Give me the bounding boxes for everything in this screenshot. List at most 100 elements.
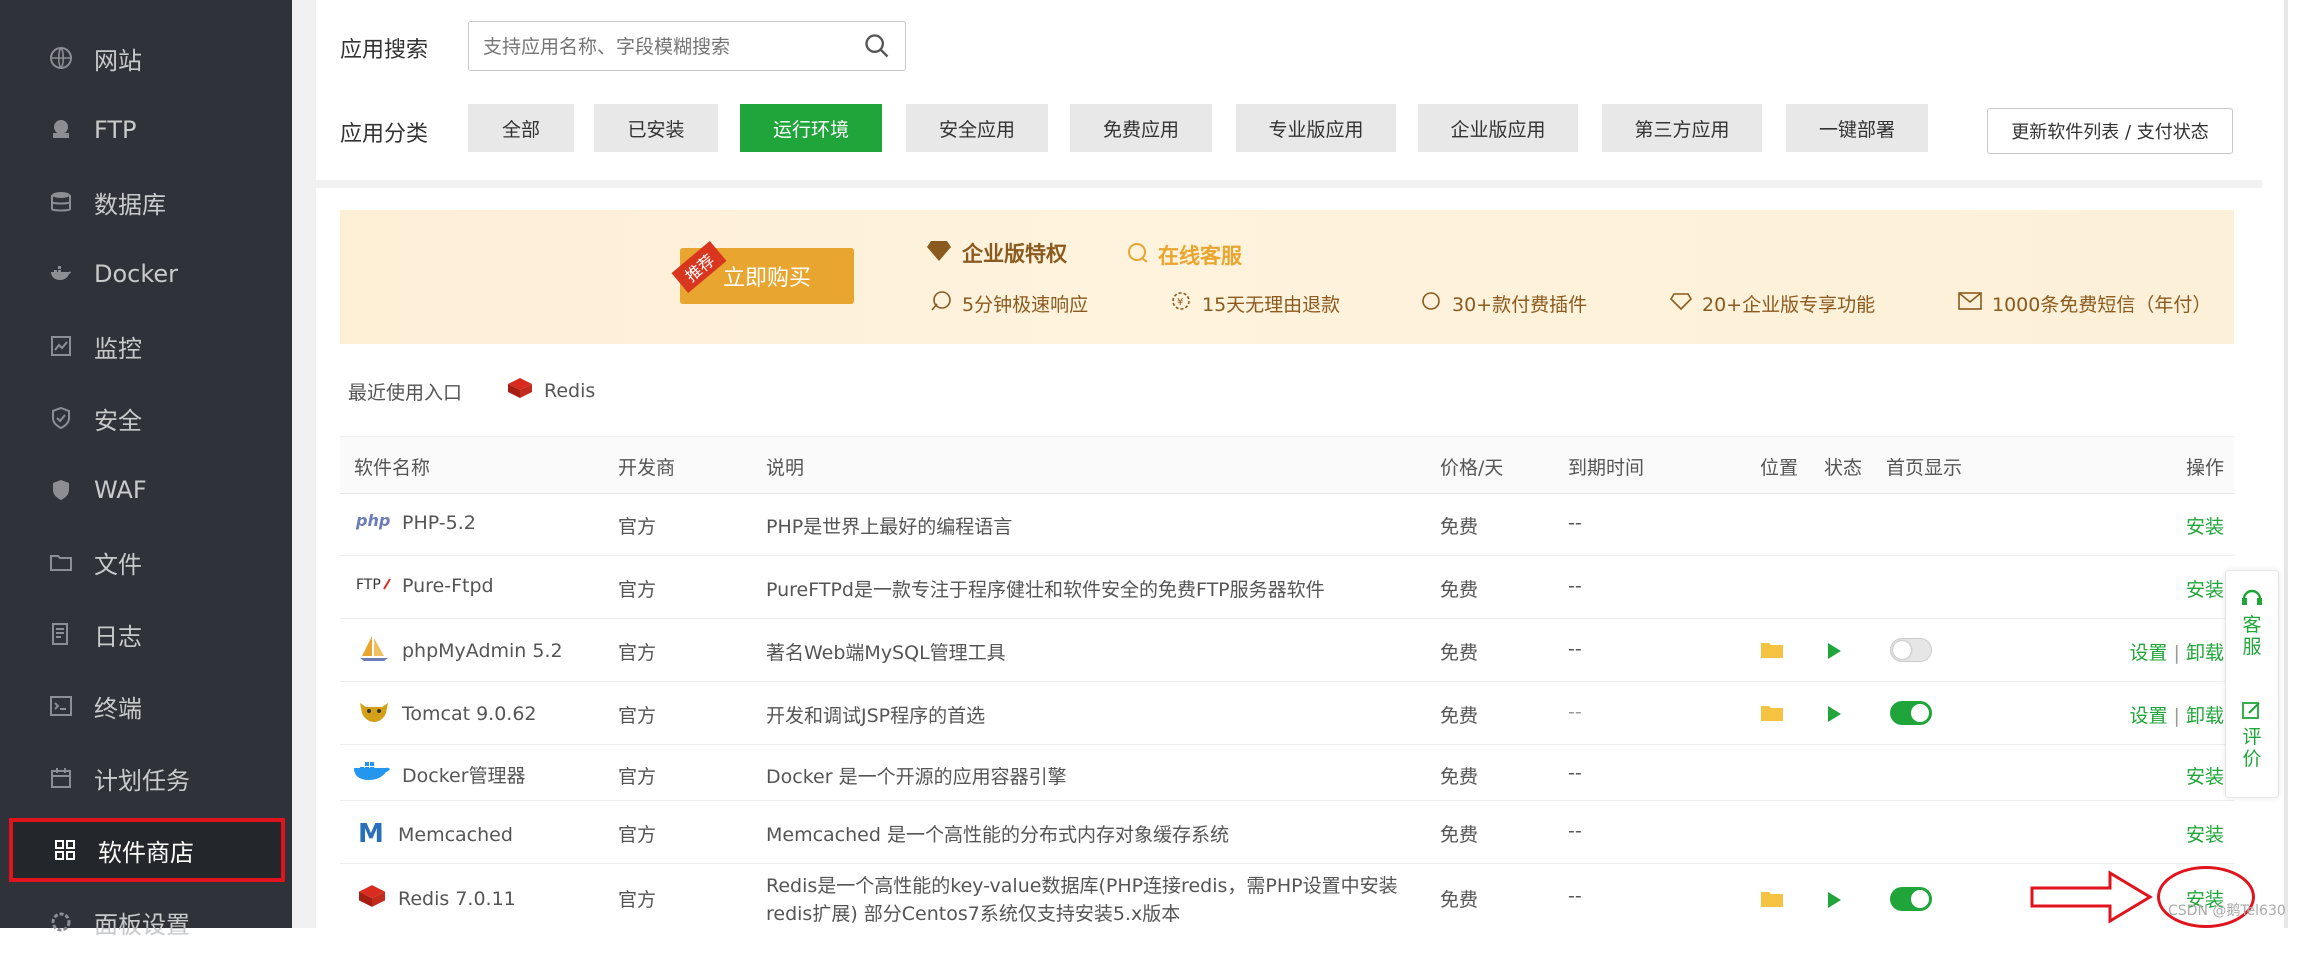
settings-link[interactable]: 设置 [2129, 705, 2167, 727]
sidebar-item-label: 日志 [94, 622, 142, 651]
software-name: phpMyAdmin 5.2 [356, 634, 563, 667]
log-icon [46, 619, 76, 649]
install-link[interactable]: 安装 [2186, 762, 2224, 789]
search-icon[interactable] [863, 32, 891, 64]
sidebar-item-waf[interactable]: WAF [0, 454, 292, 526]
feature-fast-response: 5分钟极速响应 [930, 290, 1088, 317]
install-link[interactable]: 安装 [2186, 512, 2224, 539]
folder-icon[interactable] [1760, 703, 1784, 727]
home-display-toggle[interactable] [1890, 887, 1932, 911]
sidebar-item-terminal[interactable]: 终端 [0, 670, 292, 742]
developer: 官方 [618, 766, 657, 788]
customer-service-button[interactable]: 客服 [2226, 587, 2278, 658]
th-expire: 到期时间 [1568, 457, 1645, 479]
search-box[interactable] [468, 21, 906, 71]
install-link[interactable]: 安装 [2186, 820, 2224, 847]
description: 开发和调试JSP程序的首选 [766, 705, 986, 727]
sidebar-item-monitor[interactable]: 监控 [0, 310, 292, 382]
grid-icon [50, 835, 80, 865]
sidebar-item-label: WAF [94, 476, 147, 504]
sidebar-item-label: 计划任务 [94, 766, 190, 795]
developer: 官方 [618, 705, 657, 727]
feature-label: 15天无理由退款 [1202, 294, 1341, 316]
update-list-button[interactable]: 更新软件列表 / 支付状态 [1987, 108, 2233, 154]
sidebar-item-website[interactable]: 网站 [0, 22, 292, 94]
svg-text:php: php [356, 511, 390, 530]
sidebar-item-label: 数据库 [94, 190, 166, 219]
home-display-toggle[interactable] [1890, 638, 1932, 662]
scrollbar[interactable] [2284, 0, 2288, 928]
search-label: 应用搜索 [340, 38, 429, 63]
folder-icon[interactable] [1760, 889, 1784, 913]
svg-text:M: M [358, 819, 384, 846]
category-enterprise[interactable]: 企业版应用 [1418, 104, 1578, 152]
edit-icon [2241, 699, 2263, 726]
sidebar-item-settings[interactable]: 面板设置 [0, 886, 292, 958]
play-icon[interactable] [1828, 643, 1841, 659]
folder-icon[interactable] [1760, 640, 1784, 664]
sidebar-item-files[interactable]: 文件 [0, 526, 292, 598]
sidebar: 网站 FTP 数据库 Docker 监控 安全 WAF 文件 日志 终端 计划任… [0, 0, 292, 939]
sailboat-icon [356, 634, 392, 667]
action-separator: | [2173, 705, 2180, 727]
uninstall-link[interactable]: 卸载 [2186, 705, 2224, 727]
tomcat-icon [356, 697, 392, 730]
price: 免费 [1440, 766, 1479, 788]
feature-enterprise-functions: 20+企业版专享功能 [1669, 290, 1875, 317]
category-free[interactable]: 免费应用 [1070, 104, 1212, 152]
plugin-icon [1420, 290, 1442, 317]
uninstall-link[interactable]: 卸载 [2186, 642, 2224, 664]
lightning-icon [930, 290, 952, 317]
settings-link[interactable]: 设置 [2129, 642, 2167, 664]
table-row: Docker管理器 官方 Docker 是一个开源的应用容器引擎 免费 -- 安… [340, 744, 2234, 801]
category-installed[interactable]: 已安装 [594, 104, 718, 152]
category-label: 应用分类 [340, 122, 429, 147]
online-service-link[interactable]: 在线客服 [1126, 240, 1242, 270]
home-display-toggle[interactable] [1890, 701, 1932, 725]
sidebar-item-docker[interactable]: Docker [0, 238, 292, 310]
feature-plugins: 30+款付费插件 [1420, 290, 1587, 317]
sidebar-item-security[interactable]: 安全 [0, 382, 292, 454]
category-pro[interactable]: 专业版应用 [1236, 104, 1396, 152]
expire: -- [1568, 762, 1582, 784]
category-one-click[interactable]: 一键部署 [1786, 104, 1928, 152]
category-runtime[interactable]: 运行环境 [740, 104, 882, 152]
recent-label: 最近使用入口 [348, 382, 463, 404]
table-row: Redis 7.0.11 官方 Redis是一个高性能的key-value数据库… [340, 863, 2234, 928]
install-link[interactable]: 安装 [2186, 575, 2224, 602]
play-icon[interactable] [1828, 706, 1841, 722]
developer: 官方 [618, 516, 657, 538]
sidebar-item-database[interactable]: 数据库 [0, 166, 292, 238]
th-description: 说明 [766, 457, 805, 479]
svg-text:¥: ¥ [1177, 297, 1183, 308]
category-third-party[interactable]: 第三方应用 [1602, 104, 1762, 152]
svg-text:FTP: FTP [356, 577, 381, 593]
feature-label: 1000条免费短信（年付） [1992, 294, 2212, 316]
diamond-icon [926, 240, 952, 267]
monitor-icon [46, 331, 76, 361]
sidebar-item-label: 文件 [94, 550, 142, 579]
sidebar-item-cron[interactable]: 计划任务 [0, 742, 292, 814]
ftp-icon [46, 115, 76, 145]
expire: -- [1568, 638, 1582, 660]
price: 免费 [1440, 579, 1479, 601]
description: Memcached 是一个高性能的分布式内存对象缓存系统 [766, 824, 1229, 846]
description: PureFTPd是一款专注于程序健壮和软件安全的免费FTP服务器软件 [766, 579, 1325, 601]
sidebar-item-label: 面板设置 [94, 910, 190, 939]
review-button[interactable]: 评价 [2226, 699, 2278, 770]
mail-icon [1958, 291, 1982, 316]
search-input[interactable] [481, 32, 845, 62]
sidebar-item-logs[interactable]: 日志 [0, 598, 292, 670]
price: 免费 [1440, 824, 1479, 846]
category-security[interactable]: 安全应用 [906, 104, 1048, 152]
row-actions: 设置 | 卸载 [2129, 701, 2224, 728]
sidebar-item-label: 监控 [94, 334, 142, 363]
developer: 官方 [618, 889, 657, 911]
play-icon[interactable] [1828, 892, 1841, 908]
online-service-label: 在线客服 [1158, 244, 1242, 268]
category-all[interactable]: 全部 [468, 104, 574, 152]
sidebar-item-ftp[interactable]: FTP [0, 94, 292, 166]
sidebar-item-app-store[interactable]: 软件商店 [9, 818, 285, 882]
sidebar-item-label: Docker [94, 260, 179, 288]
recent-item-redis[interactable]: Redis [506, 376, 595, 405]
